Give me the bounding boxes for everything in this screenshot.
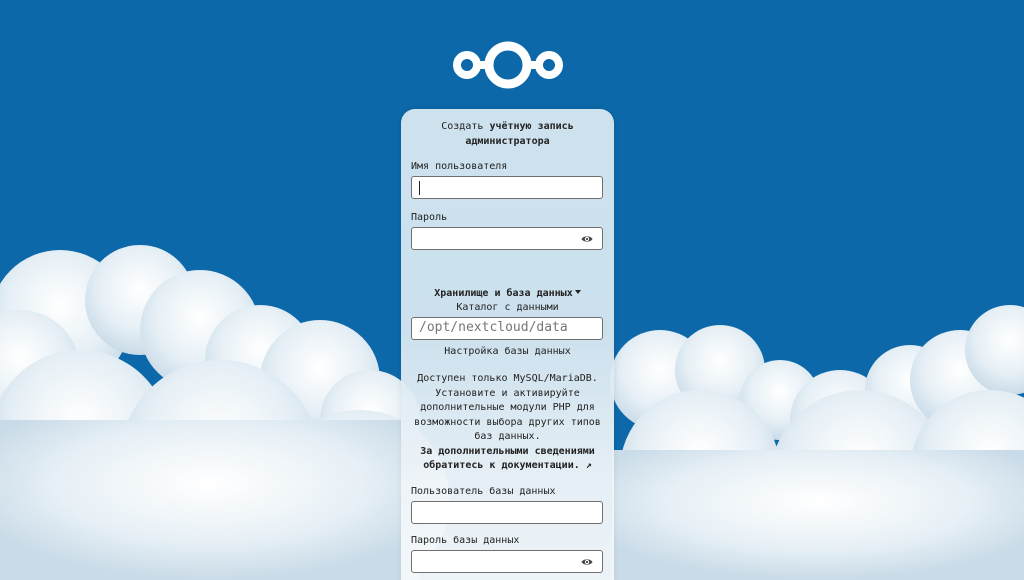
db-notice-text: Доступен только MySQL/MariaDB. Установит… (414, 373, 601, 442)
nextcloud-logo-icon (453, 41, 563, 89)
db-user-label: Пользователь базы данных (411, 486, 556, 497)
db-notice: Доступен только MySQL/MariaDB. Установит… (405, 372, 610, 474)
form-title: Создать учётную запись администратора (401, 119, 614, 149)
db-password-input[interactable] (411, 550, 603, 573)
data-dir-input[interactable]: /opt/nextcloud/data (411, 317, 603, 340)
setup-page: Создать учётную запись администратора Им… (0, 0, 1024, 580)
password-input[interactable] (411, 227, 603, 250)
form-title-prefix: Создать (441, 121, 484, 132)
text-cursor (419, 181, 420, 195)
storage-database-toggle-label: Хранилище и база данных (434, 288, 573, 299)
docs-link[interactable]: За дополнительными сведениями обратитесь… (420, 446, 595, 472)
db-password-label: Пароль базы данных (411, 535, 520, 546)
username-input[interactable] (411, 176, 603, 199)
setup-form: Создать учётную запись администратора Им… (401, 109, 614, 580)
db-user-input[interactable] (411, 501, 603, 524)
data-dir-label: Каталог с данными (456, 302, 559, 313)
triangle-down-icon (574, 290, 581, 294)
db-config-label: Настройка базы данных (444, 346, 571, 357)
storage-database-toggle[interactable]: Хранилище и база данных (401, 287, 614, 300)
eye-icon[interactable] (581, 233, 593, 245)
eye-icon[interactable] (581, 556, 593, 568)
username-label: Имя пользователя (411, 161, 508, 172)
password-label: Пароль (411, 212, 448, 223)
